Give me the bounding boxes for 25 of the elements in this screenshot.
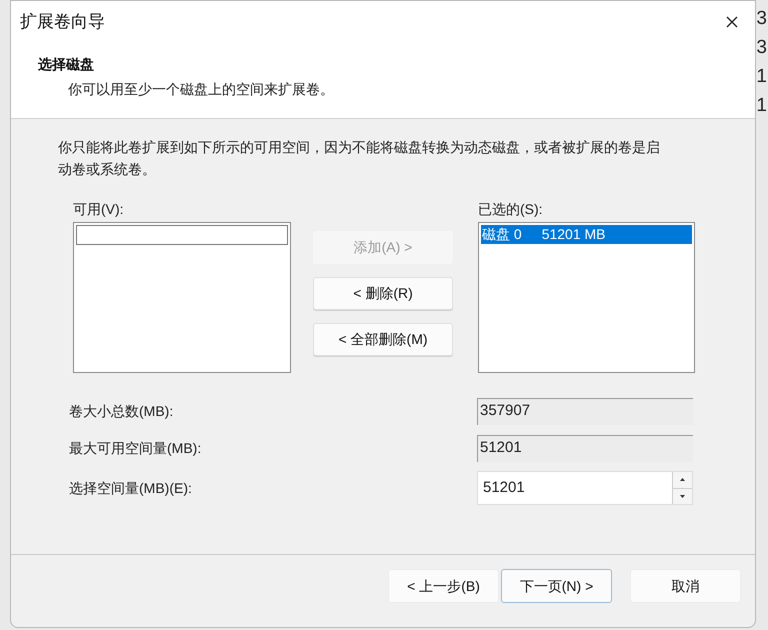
background-text: 3 bbox=[756, 37, 767, 59]
list-label: 已选的(S): bbox=[478, 200, 543, 217]
window-title: 扩展卷向导 bbox=[20, 11, 105, 34]
selected-list[interactable]: 磁盘 0 51201 MB bbox=[478, 222, 695, 373]
header-subtitle: 你可以用至少一个磁盘上的空间来扩展卷。 bbox=[68, 80, 334, 99]
footer-button[interactable]: 下一页(N) > bbox=[501, 569, 612, 603]
move-button[interactable]: < 全部删除(M) bbox=[313, 323, 453, 356]
move-button[interactable]: < 删除(R) bbox=[313, 277, 453, 310]
readonly-field: 357907 bbox=[477, 398, 693, 424]
spin-buttons[interactable] bbox=[672, 472, 692, 504]
background-text: 1 bbox=[756, 66, 767, 88]
instruction-text: 你只能将此卷扩展到如下所示的可用空间，因为不能将磁盘转换为动态磁盘，或者被扩展的卷是启动卷或系统卷。 bbox=[58, 138, 661, 179]
list-item[interactable]: 磁盘 0 51201 MB bbox=[481, 225, 692, 244]
close-icon bbox=[726, 16, 738, 28]
readonly-field: 51201 bbox=[477, 434, 693, 462]
footer-button[interactable]: 取消 bbox=[630, 569, 741, 603]
field-label: 最大可用空间量(MB): bbox=[69, 438, 202, 458]
field-label: 选择空间量(MB)(E): bbox=[69, 478, 193, 498]
background-text: 3 bbox=[756, 8, 767, 30]
footer-button[interactable]: < 上一步(B) bbox=[388, 569, 499, 603]
background-text: 1 bbox=[756, 95, 767, 117]
header-title: 选择磁盘 bbox=[38, 55, 94, 74]
list-label: 可用(V): bbox=[73, 200, 124, 217]
field-label: 卷大小总数(MB): bbox=[69, 402, 174, 421]
available-list[interactable] bbox=[73, 222, 291, 373]
